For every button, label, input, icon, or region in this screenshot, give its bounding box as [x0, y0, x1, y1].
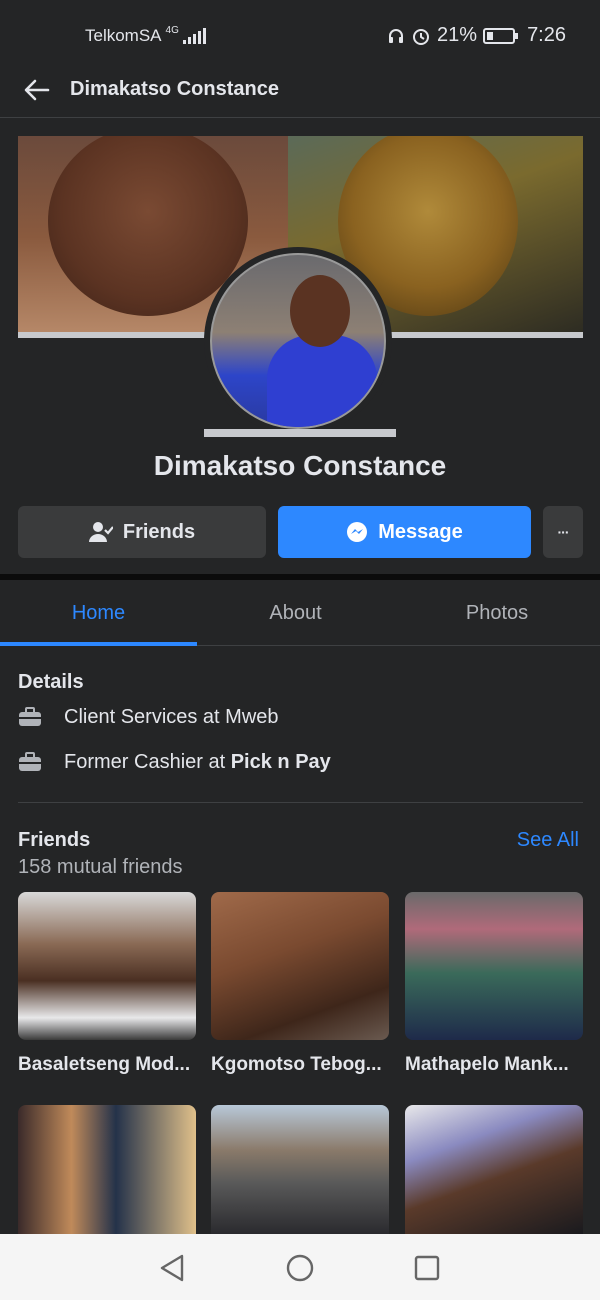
- briefcase-icon: [19, 752, 41, 771]
- friend-photo: [18, 892, 196, 1040]
- back-button[interactable]: [14, 70, 60, 110]
- detail-work-former-text: Former Cashier at Pick n Pay: [64, 751, 331, 774]
- back-arrow-icon: [24, 79, 50, 100]
- carrier-info: TelkomSA 4G: [85, 24, 206, 46]
- network-type: 4G: [165, 24, 179, 36]
- avatar-base-strip: [204, 429, 396, 437]
- nav-recents-button[interactable]: [411, 1252, 443, 1284]
- profile-name: Dimakatso Constance: [153, 450, 447, 481]
- profile-picture[interactable]: [204, 247, 392, 435]
- divider: [18, 802, 583, 803]
- more-options-button[interactable]: ···: [543, 506, 583, 558]
- friend-card[interactable]: Mathapelo Mank...: [405, 892, 583, 1076]
- more-icon: ···: [557, 524, 570, 540]
- status-icons: 21% 7:26: [387, 24, 566, 47]
- employer-link[interactable]: Pick n Pay: [231, 751, 331, 773]
- profile-tabs: Home About Photos: [0, 580, 600, 646]
- tab-home[interactable]: Home: [0, 580, 197, 646]
- friend-photo: [405, 892, 583, 1040]
- nav-back-button[interactable]: [156, 1252, 188, 1284]
- detail-work-former: Former Cashier at Pick n Pay: [18, 747, 331, 777]
- tab-home-label: Home: [71, 601, 126, 624]
- friend-card[interactable]: Basaletseng Mod...: [18, 892, 196, 1076]
- messenger-icon: [347, 522, 368, 542]
- nav-home-button[interactable]: [284, 1252, 316, 1284]
- clock: 7:26: [527, 24, 566, 46]
- square-recents-icon: [414, 1255, 440, 1281]
- carrier-label: TelkomSA: [85, 26, 162, 45]
- avatar: [210, 253, 386, 429]
- friend-card[interactable]: [211, 1105, 389, 1234]
- circle-home-icon: [286, 1254, 314, 1282]
- friend-card[interactable]: Kgomotso Tebog...: [211, 892, 389, 1076]
- friend-photo: [405, 1105, 583, 1234]
- tab-about[interactable]: About: [197, 580, 394, 646]
- battery-percent: 21%: [437, 24, 478, 46]
- details-heading: Details: [18, 671, 84, 693]
- friend-card[interactable]: [18, 1105, 196, 1234]
- headset-icon: [389, 28, 404, 43]
- message-button-label: Message: [378, 520, 463, 543]
- alarm-icon: [413, 28, 430, 45]
- tab-photos[interactable]: Photos: [394, 580, 600, 646]
- avatar-head: [290, 275, 350, 347]
- active-tab-indicator: [0, 642, 197, 646]
- mutual-friends-count: 158 mutual friends: [18, 856, 183, 878]
- signal-icon: [182, 28, 206, 44]
- page-title: Dimakatso Constance: [70, 78, 279, 100]
- see-all-friends-link[interactable]: See All: [517, 829, 579, 852]
- friend-name: Kgomotso Tebog...: [211, 1054, 382, 1075]
- friend-card[interactable]: [405, 1105, 583, 1234]
- detail-work-current-text: Client Services at Mweb: [64, 705, 279, 728]
- friends-heading: Friends: [18, 829, 91, 851]
- top-bar: Dimakatso Constance: [0, 62, 600, 118]
- friends-button[interactable]: Friends: [18, 506, 266, 558]
- message-button[interactable]: Message: [278, 506, 531, 558]
- status-bar: TelkomSA 4G 21% 7:26: [0, 0, 600, 62]
- friend-check-icon: [88, 522, 113, 542]
- triangle-back-icon: [160, 1254, 184, 1282]
- friend-name: Mathapelo Mank...: [405, 1054, 569, 1075]
- profile-actions: Friends Message ···: [18, 506, 583, 558]
- friend-photo: [211, 1105, 389, 1234]
- tab-photos-label: Photos: [465, 601, 529, 624]
- briefcase-icon: [19, 707, 41, 726]
- system-nav-bar: [0, 1234, 600, 1300]
- friend-name: Basaletseng Mod...: [18, 1054, 191, 1075]
- tab-about-label: About: [269, 601, 322, 624]
- friends-button-label: Friends: [122, 520, 196, 543]
- battery-icon: [483, 27, 519, 44]
- avatar-body: [267, 335, 377, 427]
- detail-work-former-prefix: Former Cashier at: [64, 750, 231, 773]
- friend-photo: [211, 892, 389, 1040]
- detail-work-current: Client Services at Mweb: [18, 702, 279, 732]
- friend-photo: [18, 1105, 196, 1234]
